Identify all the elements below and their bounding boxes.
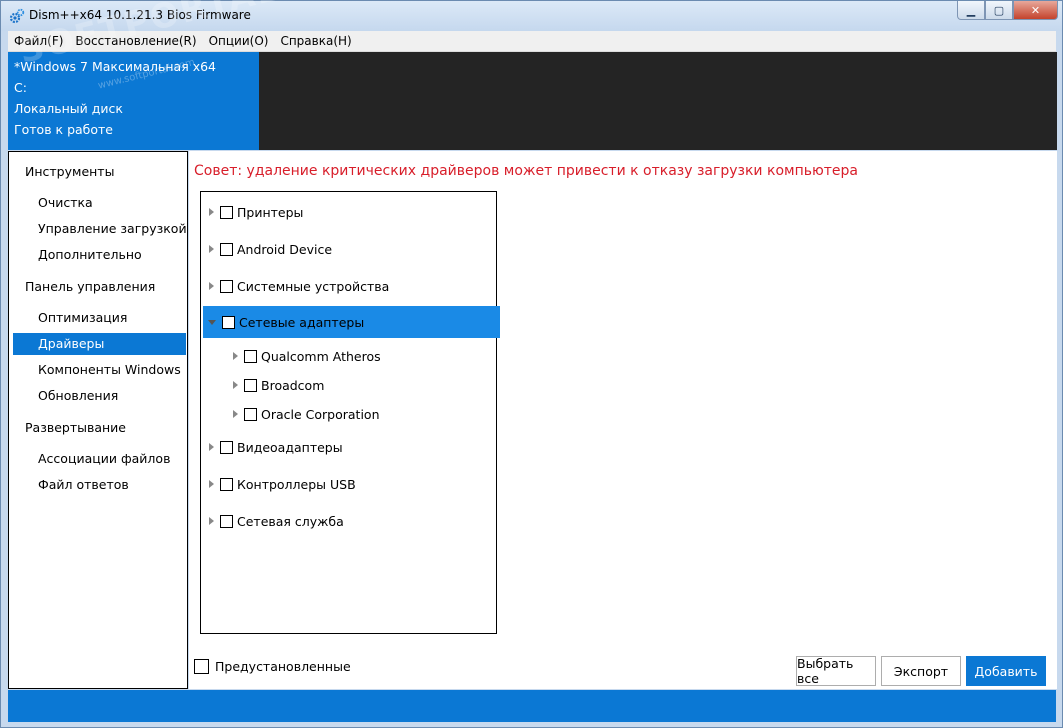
tree-node-broadcom[interactable]: Broadcom [203, 371, 525, 399]
close-icon: ✕ [1030, 3, 1041, 17]
checkbox[interactable] [244, 349, 257, 363]
checkbox[interactable] [244, 407, 257, 421]
tree-node-netservice[interactable]: Сетевая служба [203, 505, 501, 537]
add-button[interactable]: Добавить [966, 656, 1046, 686]
sidebar-group-tools: Инструменты [25, 164, 115, 179]
expand-arrow-icon[interactable] [209, 480, 214, 488]
title-bar[interactable]: Dism++x64 10.1.21.3 Bios Firmware ▁ ▢ ✕ [1, 1, 1062, 31]
tree-node-label: Видеоадаптеры [237, 439, 343, 455]
tree-node-printers[interactable]: Принтеры [203, 196, 501, 228]
gear-icon [9, 8, 25, 24]
tree-node-video[interactable]: Видеоадаптеры [203, 431, 501, 463]
sidebar-item-updates[interactable]: Обновления [9, 385, 187, 407]
tree-node-network[interactable]: Сетевые адаптеры [203, 306, 500, 338]
tree-node-label: Android Device [237, 241, 333, 257]
checkbox[interactable] [220, 242, 233, 256]
tree-node-label: Контроллеры USB [237, 476, 356, 492]
maximize-icon: ▢ [993, 3, 1005, 17]
select-all-button[interactable]: Выбрать все [796, 656, 876, 686]
sidebar-item-cleanup[interactable]: Очистка [9, 192, 187, 214]
tree-node-label: Сетевая служба [237, 513, 344, 529]
close-button[interactable]: ✕ [1013, 1, 1058, 20]
menu-file[interactable]: Файл(F) [8, 31, 69, 51]
tree-node-label: Qualcomm Atheros [261, 348, 381, 364]
menu-options[interactable]: Опции(O) [203, 31, 275, 51]
preinstalled-toggle[interactable]: Предустановленные [194, 659, 351, 674]
window-title: Dism++x64 10.1.21.3 Bios Firmware [29, 8, 251, 22]
expand-arrow-icon[interactable] [209, 517, 214, 525]
status-bar [8, 690, 1056, 722]
driver-tree[interactable]: Принтеры Android Device Системные устрой… [200, 191, 500, 634]
disk-label: Локальный диск [14, 101, 123, 116]
app-window: Dism++x64 10.1.21.3 Bios Firmware ▁ ▢ ✕ … [0, 0, 1063, 728]
sidebar-item-boot[interactable]: Управление загрузкой [9, 218, 187, 240]
export-button[interactable]: Экспорт [881, 656, 961, 686]
sidebar-item-answer[interactable]: Файл ответов [9, 474, 187, 496]
checkbox[interactable] [220, 440, 233, 454]
collapse-arrow-icon[interactable] [208, 319, 216, 325]
sidebar: Инструменты Очистка Управление загрузкой… [8, 151, 188, 689]
expand-arrow-icon[interactable] [209, 208, 214, 216]
window-controls: ▁ ▢ ✕ [957, 1, 1058, 21]
tree-node-qualcomm[interactable]: Qualcomm Atheros [203, 342, 525, 370]
expand-arrow-icon[interactable] [233, 352, 238, 360]
minimize-icon: ▁ [966, 3, 976, 17]
tree-node-label: Broadcom [261, 377, 325, 393]
tree-node-android[interactable]: Android Device [203, 233, 501, 265]
expand-arrow-icon[interactable] [209, 282, 214, 290]
status-text: Готов к работе [14, 122, 113, 137]
menu-help[interactable]: Справка(H) [274, 31, 357, 51]
checkbox[interactable] [244, 378, 257, 392]
menu-bar: Файл(F) Восстановление(R) Опции(O) Справ… [8, 31, 1056, 52]
os-name: *Windows 7 Максимальная x64 [14, 59, 217, 74]
tree-node-label: Сетевые адаптеры [239, 314, 365, 330]
checkbox[interactable] [222, 315, 235, 329]
drivers-panel: Совет: удаление критических драйверов мо… [189, 151, 1057, 689]
tree-node-system[interactable]: Системные устройства [203, 270, 501, 302]
menu-recovery[interactable]: Восстановление(R) [69, 31, 202, 51]
tree-node-usb[interactable]: Контроллеры USB [203, 468, 501, 500]
session-info-panel[interactable]: *Windows 7 Максимальная x64 C: Локальный… [8, 52, 259, 150]
sidebar-group-deploy: Развертывание [25, 420, 127, 435]
sidebar-item-components[interactable]: Компоненты Windows [9, 359, 187, 381]
preinstalled-label: Предустановленные [215, 659, 351, 674]
checkbox[interactable] [220, 205, 233, 219]
expand-arrow-icon[interactable] [209, 245, 214, 253]
expand-arrow-icon[interactable] [233, 381, 238, 389]
sidebar-item-drivers[interactable]: Драйверы [13, 333, 186, 355]
tree-node-label: Oracle Corporation [261, 406, 380, 422]
tree-node-oracle[interactable]: Oracle Corporation [203, 400, 525, 428]
drive-letter: C: [14, 80, 27, 95]
maximize-button[interactable]: ▢ [985, 1, 1013, 20]
sidebar-item-assoc[interactable]: Ассоциации файлов [9, 448, 187, 470]
tree-node-label: Системные устройства [237, 278, 390, 294]
tip-warning: Совет: удаление критических драйверов мо… [194, 163, 858, 179]
checkbox[interactable] [220, 514, 233, 528]
sidebar-item-advanced[interactable]: Дополнительно [9, 244, 187, 266]
checkbox[interactable] [220, 279, 233, 293]
sidebar-item-optimize[interactable]: Оптимизация [9, 307, 187, 329]
session-list-area[interactable] [259, 52, 1057, 150]
expand-arrow-icon[interactable] [209, 443, 214, 451]
sidebar-group-control: Панель управления [25, 279, 156, 294]
preinstalled-checkbox[interactable] [194, 659, 209, 674]
tree-node-label: Принтеры [237, 204, 304, 220]
minimize-button[interactable]: ▁ [957, 1, 985, 20]
expand-arrow-icon[interactable] [233, 410, 238, 418]
checkbox[interactable] [220, 477, 233, 491]
